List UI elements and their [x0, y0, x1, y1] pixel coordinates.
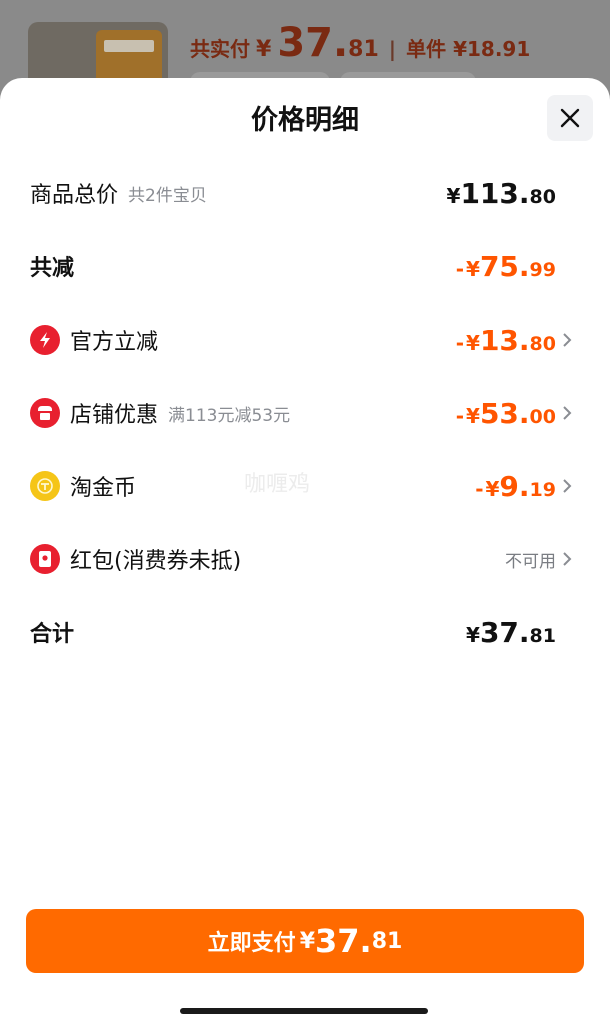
home-indicator[interactable]	[180, 1008, 428, 1014]
taojinbi-label: 淘金币	[70, 476, 137, 501]
red-packet-label: 红包(消费券未抵)	[70, 549, 242, 574]
shop-discount-rule: 满113元减53元	[168, 405, 291, 426]
chevron-right-icon	[562, 550, 580, 568]
chevron-right-icon	[562, 331, 580, 349]
taojinbi-amount: - ¥9. 19	[475, 469, 556, 503]
shop-discount-amount: - ¥53. 00	[455, 396, 556, 430]
sheet-title: 价格明细	[251, 105, 359, 136]
close-button[interactable]	[547, 95, 593, 141]
row-official-discount[interactable]: 官方立减 - ¥13. 80	[30, 320, 580, 360]
goods-count: 共2件宝贝	[128, 185, 207, 206]
row-goods-total: 商品总价 共2件宝贝 ¥113. 80	[30, 173, 580, 213]
goods-total-amount: ¥113. 80	[446, 176, 556, 210]
background-paid-price: 共实付 ¥ 37. 81 | 单件 ¥18.91	[190, 20, 531, 66]
goods-total-label: 商品总价	[30, 183, 119, 208]
row-sum: 合计 ¥37. 81	[30, 612, 580, 652]
row-red-packet[interactable]: 红包(消费券未抵) 不可用	[30, 539, 580, 579]
row-shop-discount[interactable]: 店铺优惠 满113元减53元 - ¥53. 00	[30, 393, 580, 433]
total-discount-label: 共减	[30, 256, 75, 281]
total-discount-amount: - ¥75. 99	[455, 249, 556, 283]
chevron-right-icon	[562, 404, 580, 422]
chevron-right-icon	[562, 477, 580, 495]
close-icon	[560, 108, 580, 128]
row-total-discount: 共减 - ¥75. 99	[30, 246, 580, 286]
pay-now-button[interactable]: 立即支付 ¥37. 81	[26, 909, 584, 973]
red-packet-icon	[30, 544, 60, 574]
official-discount-amount: - ¥13. 80	[455, 323, 556, 357]
shop-icon	[30, 398, 60, 428]
sum-amount: ¥37. 81	[466, 615, 556, 649]
sum-label: 合计	[30, 622, 75, 647]
official-discount-label: 官方立减	[70, 330, 159, 355]
watermark: 咖喱鸡	[244, 472, 311, 497]
shop-discount-label: 店铺优惠	[70, 403, 159, 428]
red-packet-status: 不可用	[505, 551, 556, 572]
lightning-icon	[30, 325, 60, 355]
coin-icon	[30, 471, 60, 501]
